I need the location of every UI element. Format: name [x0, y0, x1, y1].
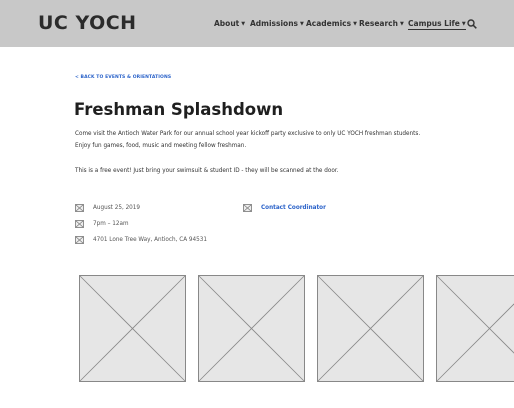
- site-header: UC YOCH About ▼ Admissions ▼ Academics ▼ Re…: [0, 0, 514, 47]
- site-logo[interactable]: UC YOCH: [38, 12, 137, 34]
- chevron-down-icon: ▼: [300, 20, 304, 27]
- search-icon[interactable]: [467, 19, 477, 29]
- gallery-image[interactable]: [436, 275, 514, 382]
- event-address-text: 4701 Lone Tree Way, Antioch, CA 94531: [93, 237, 208, 243]
- image-placeholder-icon: [75, 204, 84, 212]
- image-placeholder-icon: [243, 204, 252, 212]
- chevron-down-icon: ▼: [353, 20, 357, 27]
- nav-research-label: Research: [359, 19, 398, 28]
- event-time: 7pm – 12am: [75, 220, 129, 228]
- event-note: This is a free event! Just bring your sw…: [75, 168, 339, 174]
- nav-about[interactable]: About ▼: [214, 19, 245, 28]
- event-description-line-2: Enjoy fun games, food, music and meeting…: [75, 143, 247, 149]
- chevron-down-icon: ▼: [399, 20, 404, 27]
- contact-coordinator-link[interactable]: Contact Coordinator: [261, 205, 326, 211]
- chevron-down-icon: ▼: [461, 20, 466, 27]
- event-date-text: August 25, 2019: [93, 205, 141, 211]
- gallery-image[interactable]: [79, 275, 186, 382]
- gallery-image[interactable]: [198, 275, 305, 382]
- nav-academics[interactable]: Academics ▼: [306, 19, 357, 28]
- event-description-line-1: Come visit the Antioch Water Park for ou…: [75, 131, 421, 137]
- nav-campus-life-label: Campus Life: [408, 19, 460, 28]
- nav-academics-label: Academics: [306, 19, 352, 28]
- event-address: 4701 Lone Tree Way, Antioch, CA 94531: [75, 236, 207, 244]
- event-date: August 25, 2019: [75, 204, 140, 212]
- page-title: Freshman Splashdown: [74, 100, 284, 119]
- nav-campus-life[interactable]: Campus Life ▼: [408, 19, 466, 30]
- chevron-down-icon: ▼: [241, 20, 246, 27]
- gallery-image[interactable]: [317, 275, 424, 382]
- nav-about-label: About: [214, 19, 240, 28]
- nav-research[interactable]: Research ▼: [359, 19, 404, 28]
- event-time-text: 7pm – 12am: [93, 221, 129, 227]
- nav-admissions[interactable]: Admissions ▼: [250, 19, 304, 28]
- image-placeholder-icon: [75, 220, 84, 228]
- image-placeholder-icon: [75, 236, 84, 244]
- nav-admissions-label: Admissions: [250, 19, 299, 28]
- contact-coordinator[interactable]: Contact Coordinator: [243, 204, 326, 212]
- back-link[interactable]: < BACK TO EVENTS & ORIENTATIONS: [75, 75, 171, 80]
